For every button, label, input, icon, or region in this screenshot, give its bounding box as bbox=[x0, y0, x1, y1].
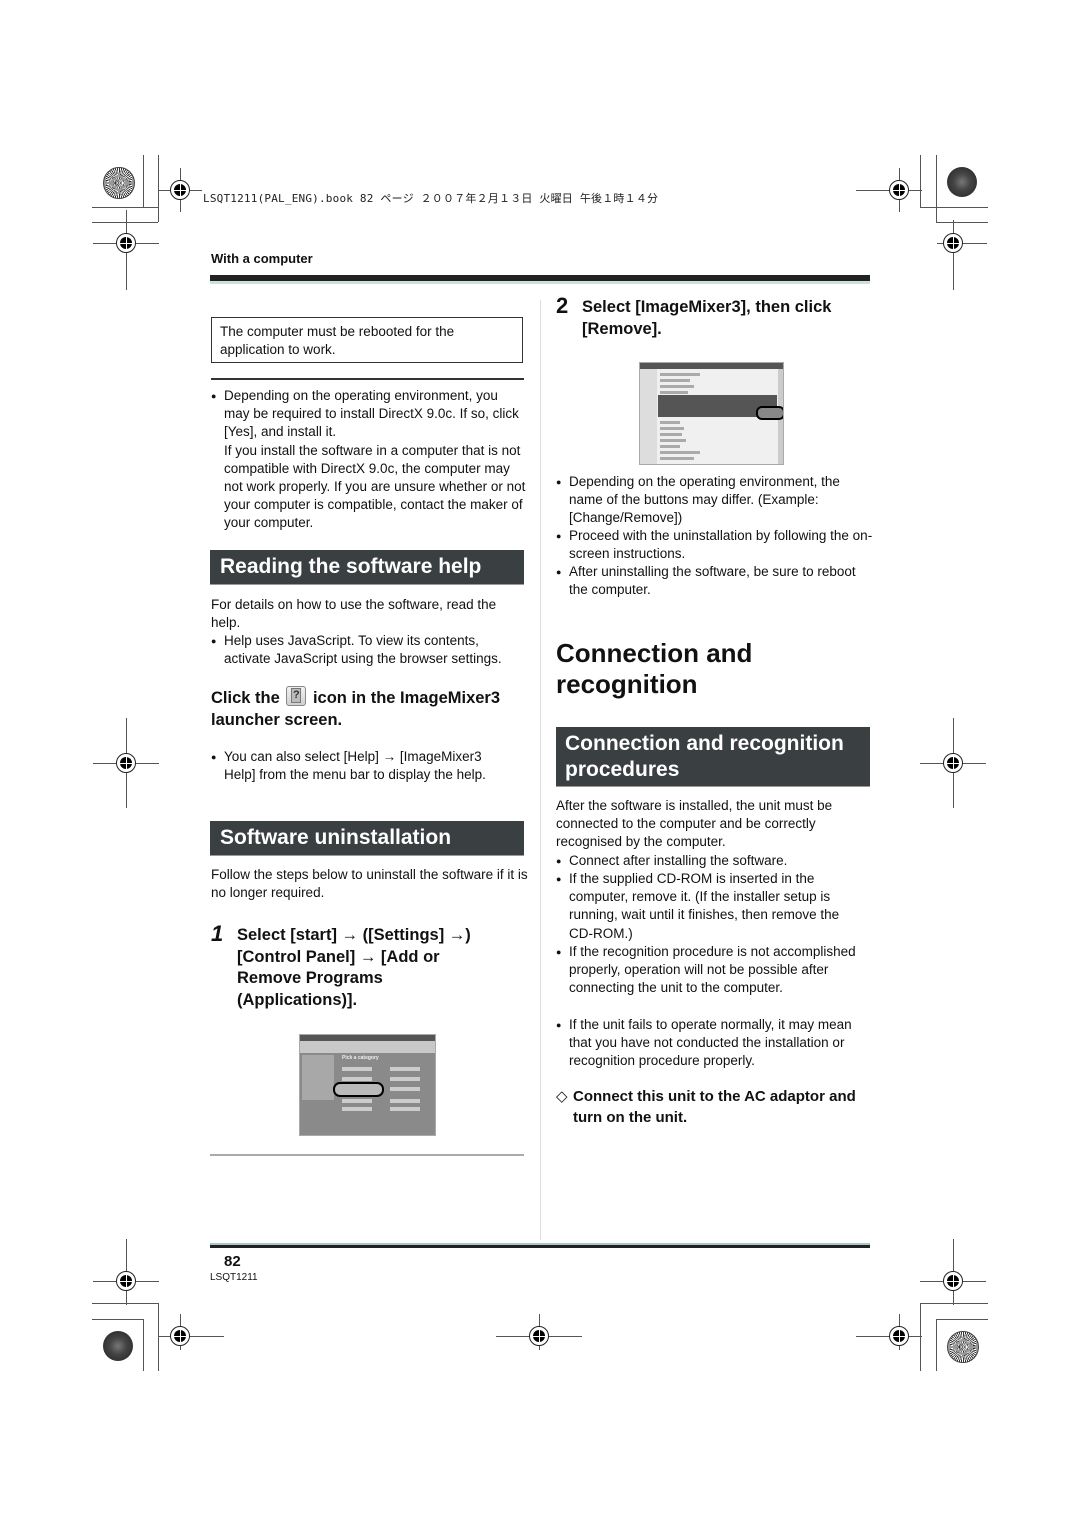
reboot-note-box: The computer must be rebooted for the ap… bbox=[211, 317, 523, 363]
banner-title: Connection and recognition procedures bbox=[565, 732, 844, 781]
registration-starburst-icon bbox=[947, 1331, 979, 1363]
javascript-bullet: Help uses JavaScript. To view its conten… bbox=[211, 632, 529, 668]
banner-title: Software uninstallation bbox=[220, 826, 452, 849]
step2-bullet: Proceed with the uninstallation by follo… bbox=[556, 527, 874, 563]
banner-title: Reading the software help bbox=[220, 555, 482, 578]
step-number: 2 bbox=[556, 293, 569, 318]
page-section-title: Connection and recognition bbox=[556, 638, 753, 699]
instruction-pre: Click the bbox=[211, 689, 280, 707]
footer-divider-bar bbox=[210, 1245, 870, 1248]
step2-bullet: Depending on the operating environment, … bbox=[556, 473, 871, 528]
page-number: 82 bbox=[224, 1253, 241, 1270]
connection-bullet: Connect after installing the software. bbox=[556, 852, 871, 870]
registration-disk-icon bbox=[947, 167, 977, 197]
book-file-info: LSQT1211(PAL_ENG).book 82 ページ ２００７年２月１３日… bbox=[203, 192, 659, 205]
add-remove-programs-screenshot bbox=[639, 362, 784, 465]
section-banner-connection: Connection and recognition procedures bbox=[556, 727, 870, 787]
step2-instruction: Select [ImageMixer3], then click [Remove… bbox=[582, 298, 832, 338]
connection-bullet: If the recognition procedure is not acco… bbox=[556, 943, 861, 998]
connection-intro: After the software is installed, the uni… bbox=[556, 798, 833, 850]
step1-instruction: Select [start] → ([Settings] →) [Control… bbox=[237, 926, 471, 1009]
directx-bullet: Depending on the operating environment, … bbox=[211, 387, 526, 533]
section-label: With a computer bbox=[211, 251, 313, 266]
section-banner-uninstall: Software uninstallation bbox=[210, 821, 524, 856]
connection-bullet: If the supplied CD-ROM is inserted in th… bbox=[556, 870, 866, 943]
note-rule bbox=[211, 378, 524, 380]
connection-bullet: If the unit fails to operate normally, i… bbox=[556, 1016, 874, 1071]
registration-starburst-icon bbox=[103, 167, 135, 199]
connect-ac-adaptor-step: Connect this unit to the AC adaptor and … bbox=[573, 1088, 856, 1126]
step2-bullet: After uninstalling the software, be sure… bbox=[556, 563, 856, 599]
control-panel-screenshot: Pick a category bbox=[299, 1034, 436, 1136]
uninstall-intro: Follow the steps below to uninstall the … bbox=[211, 867, 528, 901]
help-instruction: Click the icon in the ImageMixer3 launch… bbox=[211, 686, 531, 731]
remove-button-highlight bbox=[756, 406, 783, 420]
directx-compat-text: If you install the software in a compute… bbox=[224, 442, 526, 531]
help-menu-bullet: You can also select [Help] → [ImageMixer… bbox=[211, 748, 511, 784]
help-icon bbox=[286, 686, 307, 706]
document-code: LSQT1211 bbox=[210, 1272, 258, 1283]
section-banner-reading-help: Reading the software help bbox=[210, 550, 524, 585]
add-remove-programs-highlight bbox=[333, 1082, 384, 1097]
screenshot-title: Pick a category bbox=[342, 1055, 379, 1061]
column-divider bbox=[540, 300, 541, 1240]
diamond-icon: ◇ bbox=[556, 1088, 568, 1105]
registration-disk-icon bbox=[103, 1331, 133, 1361]
step-number: 1 bbox=[211, 921, 224, 946]
header-divider-shadow bbox=[210, 281, 870, 284]
reading-help-intro: For details on how to use the software, … bbox=[211, 597, 497, 631]
directx-bullet-text: Depending on the operating environment, … bbox=[224, 388, 519, 440]
column-end-rule bbox=[210, 1154, 524, 1156]
